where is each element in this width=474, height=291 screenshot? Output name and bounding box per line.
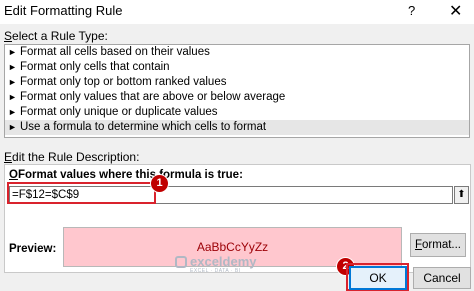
watermark-logo-icon: [175, 256, 187, 268]
bullet-icon: ►: [8, 77, 17, 87]
bullet-icon: ►: [8, 92, 17, 102]
bullet-icon: ►: [8, 122, 17, 132]
help-icon[interactable]: ?: [408, 3, 415, 18]
cancel-button[interactable]: Cancel: [413, 267, 471, 289]
rule-type-item[interactable]: ► Format only unique or duplicate values: [5, 105, 469, 120]
watermark: exceldemy EXCEL · DATA · BI: [175, 254, 257, 274]
rule-type-item[interactable]: ► Format only values that are above or be…: [5, 90, 469, 105]
rule-type-item[interactable]: ► Format only cells that contain: [5, 60, 469, 75]
bullet-icon: ►: [8, 107, 17, 117]
title-bar: Edit Formatting Rule ? ✕: [0, 0, 474, 24]
formula-highlight-box: [7, 182, 156, 204]
watermark-name: exceldemy: [190, 254, 257, 269]
ok-button[interactable]: OK: [349, 266, 407, 290]
rule-type-label: Select a Rule Type:: [4, 29, 108, 43]
preview-label: Preview:: [9, 243, 57, 255]
close-icon[interactable]: ✕: [449, 1, 462, 21]
formula-heading: OFormat values where this formula is tru…: [9, 169, 243, 181]
callout-badge-1: 1: [150, 174, 169, 193]
rule-type-item-selected[interactable]: ► Use a formula to determine which cells …: [5, 120, 469, 135]
format-button[interactable]: Format...: [410, 233, 466, 257]
bullet-icon: ►: [8, 62, 17, 72]
rule-type-item[interactable]: ► Format only top or bottom ranked values: [5, 75, 469, 90]
collapse-dialog-button[interactable]: ⬆: [454, 186, 469, 204]
rule-description-label: Edit the Rule Description:: [4, 150, 140, 164]
rule-type-item[interactable]: ► Format all cells based on their values: [5, 45, 469, 60]
rule-type-list[interactable]: ► Format all cells based on their values …: [4, 44, 470, 138]
window-title: Edit Formatting Rule: [4, 3, 123, 18]
bullet-icon: ►: [8, 47, 17, 57]
